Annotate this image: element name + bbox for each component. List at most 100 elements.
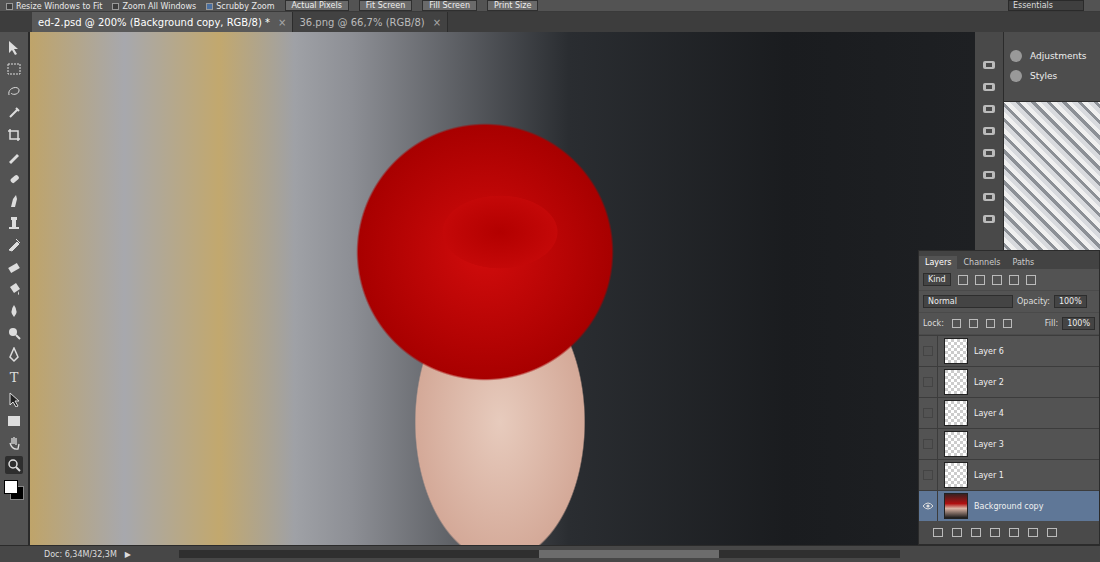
filter-dropdown[interactable]: Kind — [923, 273, 951, 286]
lock-button[interactable] — [969, 319, 978, 328]
filter-button[interactable] — [975, 275, 985, 285]
layer-row[interactable]: Layer 6 — [919, 335, 1099, 366]
tool-button[interactable] — [5, 346, 23, 364]
filter-button[interactable] — [1009, 275, 1019, 285]
filter-row: Kind — [919, 269, 1099, 291]
panel-tab[interactable]: Styles — [1010, 70, 1100, 82]
tool-button[interactable] — [5, 258, 23, 276]
tool-button[interactable] — [5, 192, 23, 210]
panel-button[interactable] — [981, 124, 997, 138]
visibility-toggle[interactable] — [919, 429, 938, 460]
opacity-field[interactable]: 100% — [1054, 295, 1087, 308]
checkbox[interactable] — [6, 3, 13, 10]
checkbox[interactable] — [206, 3, 213, 10]
blend-mode-dropdown[interactable]: Normal — [923, 295, 1013, 308]
tool-button[interactable] — [5, 82, 23, 100]
layer-row[interactable]: Layer 3 — [919, 428, 1099, 459]
tool-button[interactable] — [5, 60, 23, 78]
tab-close[interactable]: × — [433, 17, 441, 28]
visibility-toggle[interactable] — [919, 398, 938, 429]
status-menu-arrow[interactable]: ▶ — [125, 550, 131, 559]
panel-group: Adjustments Styles — [1004, 32, 1100, 102]
tool-button[interactable] — [5, 412, 23, 430]
panel-button[interactable] — [981, 102, 997, 116]
panel-button[interactable] — [981, 168, 997, 182]
option-button[interactable]: Actual Pixels — [285, 0, 349, 11]
layer-action-button[interactable] — [990, 528, 1000, 537]
tool-button[interactable] — [5, 236, 23, 254]
checkbox-label: Resize Windows to Fit — [16, 2, 102, 11]
lock-button[interactable] — [1003, 319, 1012, 328]
tool-button[interactable] — [5, 390, 23, 408]
toolbar: T — [0, 32, 30, 545]
layer-thumbnail — [944, 431, 968, 457]
filter-label: Kind — [928, 275, 946, 284]
filter-button[interactable] — [992, 275, 1002, 285]
layer-row[interactable]: Layer 2 — [919, 366, 1099, 397]
fill-field[interactable]: 100% — [1062, 317, 1095, 330]
tool-button[interactable] — [5, 324, 23, 342]
option-button[interactable]: Print Size — [487, 0, 538, 11]
tool-button[interactable] — [5, 214, 23, 232]
layer-row[interactable]: Layer 4 — [919, 397, 1099, 428]
filter-button[interactable] — [958, 275, 968, 285]
layer-action-button[interactable] — [1028, 528, 1038, 537]
document-tab[interactable]: 36.png @ 66,7% (RGB/8)× — [293, 12, 448, 32]
panel-tab[interactable]: Channels — [957, 256, 1006, 269]
color-swatches[interactable] — [4, 480, 24, 500]
visibility-toggle[interactable] — [919, 460, 938, 491]
layer-action-button[interactable] — [971, 528, 981, 537]
tab-label: ed-2.psd @ 200% (Background copy, RGB/8)… — [38, 17, 270, 28]
panel-tab[interactable]: Layers — [919, 256, 957, 269]
tool-icon — [6, 193, 22, 209]
layer-row[interactable]: Background copy — [919, 490, 1099, 521]
visibility-toggle[interactable] — [919, 491, 938, 522]
visibility-toggle[interactable] — [919, 367, 938, 398]
layer-action-button[interactable] — [1047, 528, 1057, 537]
lock-button[interactable] — [952, 319, 961, 328]
option-checkbox[interactable]: Zoom All Windows — [112, 2, 196, 11]
document-tab[interactable]: ed-2.psd @ 200% (Background copy, RGB/8)… — [32, 12, 293, 32]
option-button[interactable]: Fill Screen — [422, 0, 477, 11]
panel-button[interactable] — [981, 58, 997, 72]
option-button[interactable]: Fit Screen — [359, 0, 412, 11]
lock-button[interactable] — [986, 319, 995, 328]
tab-close[interactable]: × — [278, 17, 286, 28]
workspace-dropdown[interactable]: Essentials — [1008, 0, 1084, 11]
tool-button[interactable] — [5, 38, 23, 56]
layer-action-button[interactable] — [933, 528, 943, 537]
tool-button[interactable] — [5, 280, 23, 298]
filter-button[interactable] — [1026, 275, 1036, 285]
type-tool[interactable]: T — [5, 368, 23, 386]
tool-icon — [6, 281, 22, 297]
panel-button[interactable] — [981, 146, 997, 160]
tool-button[interactable] — [5, 148, 23, 166]
tool-button[interactable] — [5, 104, 23, 122]
panel-icon — [981, 80, 997, 94]
panel-button[interactable] — [981, 80, 997, 94]
lock-row: Lock:Fill:100% — [919, 313, 1099, 335]
panel-button[interactable] — [981, 212, 997, 226]
panel-tab[interactable]: Adjustments — [1010, 50, 1100, 62]
document-size: Doc: 6,34M/32,3M — [44, 550, 117, 559]
option-checkbox[interactable]: Resize Windows to Fit — [6, 2, 102, 11]
blend-row: NormalOpacity:100% — [919, 291, 1099, 313]
layer-thumbnail — [944, 493, 968, 519]
tool-button[interactable] — [5, 434, 23, 452]
panel-button[interactable] — [981, 190, 997, 204]
tool-button[interactable] — [5, 170, 23, 188]
tool-button[interactable] — [5, 302, 23, 320]
option-checkbox[interactable]: Scrubby Zoom — [206, 2, 274, 11]
horizontal-scrollbar[interactable] — [179, 550, 900, 558]
layer-action-button[interactable] — [1009, 528, 1019, 537]
checkbox[interactable] — [112, 3, 119, 10]
layer-action-button[interactable] — [952, 528, 962, 537]
layer-row[interactable]: Layer 1 — [919, 459, 1099, 490]
panel-tab[interactable]: Paths — [1007, 256, 1041, 269]
visibility-toggle[interactable] — [919, 336, 938, 367]
foreground-swatch[interactable] — [4, 480, 18, 494]
layer-thumbnail — [944, 400, 968, 426]
scrollbar-thumb[interactable] — [539, 550, 719, 558]
tool-button[interactable] — [5, 456, 23, 474]
tool-button[interactable] — [5, 126, 23, 144]
